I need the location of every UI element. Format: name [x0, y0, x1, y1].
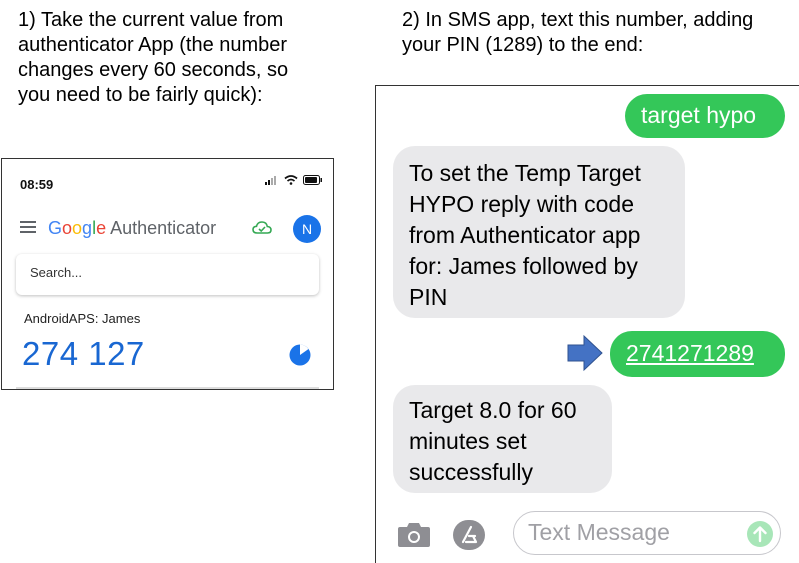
received-message: To set the Temp Target HYPO reply with c…: [393, 146, 685, 318]
camera-icon[interactable]: [397, 522, 431, 548]
app-logo: Google Authenticator: [48, 218, 217, 238]
app-title: Authenticator: [110, 218, 217, 238]
battery-icon: [303, 175, 322, 185]
signal-icon: [265, 176, 276, 185]
timer-icon: [289, 344, 311, 366]
search-input[interactable]: Search...: [16, 254, 319, 295]
instruction-step-2: 2) In SMS app, text this number, adding …: [402, 9, 754, 56]
message-input[interactable]: Text Message: [513, 511, 781, 555]
sent-code-message[interactable]: 2741271289: [610, 331, 785, 377]
app-store-icon[interactable]: [452, 519, 486, 551]
sent-message: target hypo: [625, 94, 785, 138]
hamburger-menu-icon[interactable]: [20, 221, 36, 233]
otp-code[interactable]: 274 127: [22, 335, 145, 373]
send-arrow-icon[interactable]: [746, 520, 774, 548]
wifi-icon: [284, 175, 298, 185]
sms-screenshot: target hypo To set the Temp Target HYPO …: [375, 85, 799, 563]
right-arrow-icon: [567, 334, 603, 372]
confirmation-message: Target 8.0 for 60 minutes set successful…: [393, 385, 612, 493]
divider: [16, 387, 319, 389]
status-time: 08:59: [20, 177, 54, 192]
cloud-sync-icon[interactable]: [252, 220, 272, 236]
account-label: AndroidAPS: James: [24, 311, 141, 326]
avatar[interactable]: N: [293, 215, 321, 243]
instruction-step-1: 1) Take the current value from authentic…: [18, 9, 289, 106]
status-bar-icons: [265, 175, 323, 185]
authenticator-screenshot: 08:59 Google Authenticator N Search... An…: [1, 158, 334, 390]
